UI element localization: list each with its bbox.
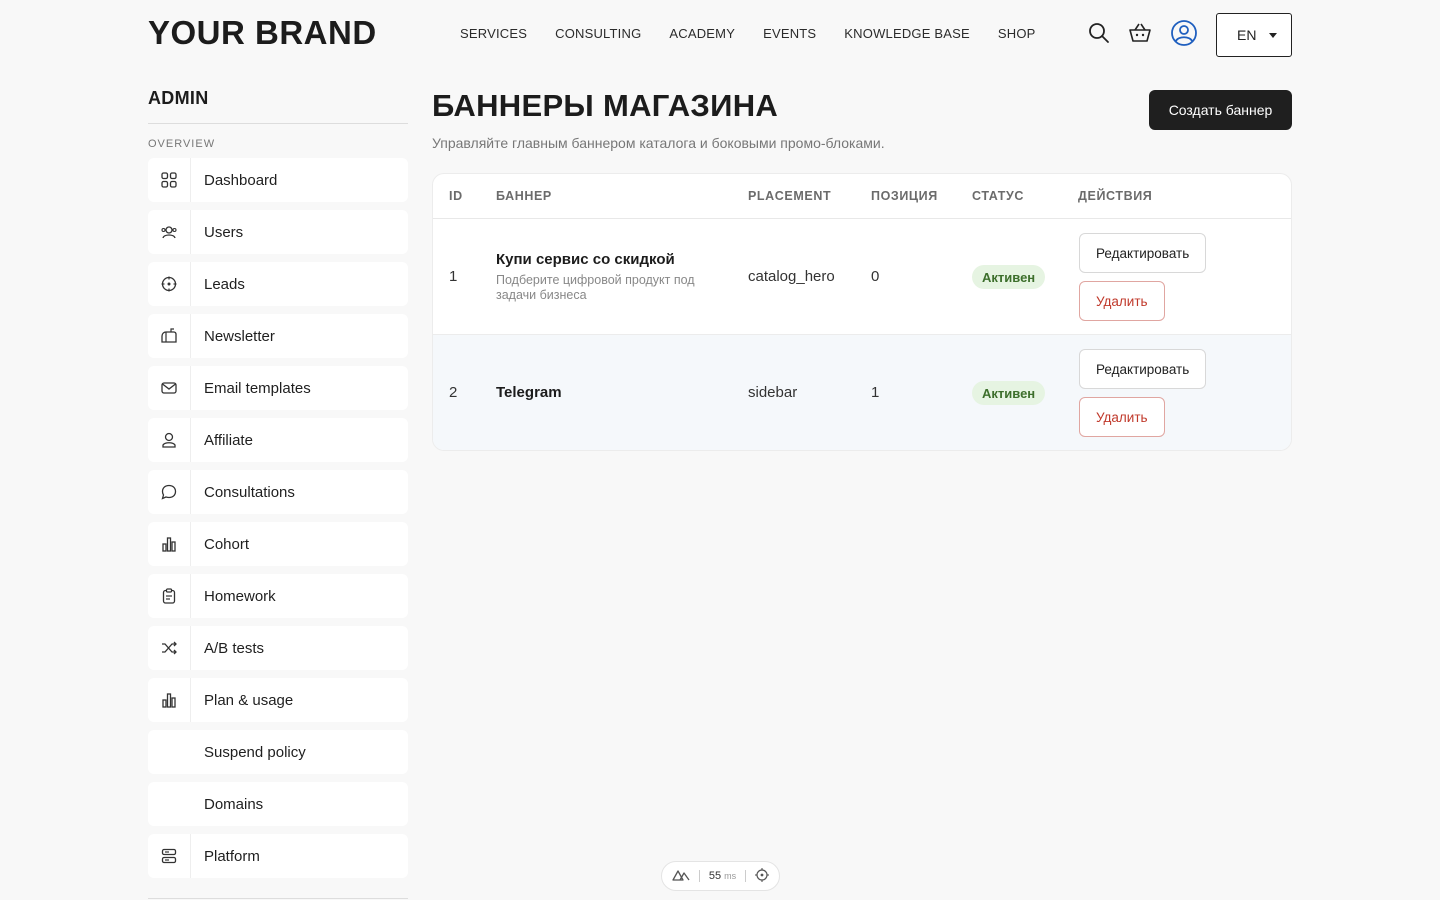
- sidebar-item-label: Users: [204, 223, 244, 241]
- nav-academy[interactable]: ACADEMY: [669, 26, 735, 41]
- sidebar-item-affiliate[interactable]: Affiliate: [148, 418, 408, 462]
- brand-logo[interactable]: YOUR BRAND: [148, 14, 377, 52]
- sidebar-item-suspend-policy[interactable]: Suspend policy: [148, 730, 408, 774]
- mailbox-icon: [148, 314, 191, 358]
- language-select[interactable]: EN: [1216, 13, 1292, 57]
- sidebar-item-domains[interactable]: Domains: [148, 782, 408, 826]
- table-row: 2 Telegram sidebar 1 Активен Редактирова…: [433, 335, 1291, 450]
- edit-button[interactable]: Редактировать: [1079, 233, 1207, 273]
- top-header: YOUR BRAND SERVICES CONSULTING ACADEMY E…: [0, 0, 1440, 70]
- sidebar-item-consultations[interactable]: Consultations: [148, 470, 408, 514]
- sidebar-item-label: Platform: [204, 847, 260, 865]
- crosshair-icon[interactable]: [754, 867, 769, 885]
- create-banner-button[interactable]: Создать баннер: [1149, 90, 1292, 130]
- divider: [699, 870, 701, 882]
- framework-logo-icon: [672, 869, 690, 884]
- sidebar-item-label: Dashboard: [204, 171, 278, 189]
- sidebar-title: ADMIN: [148, 88, 209, 108]
- nav-events[interactable]: EVENTS: [763, 26, 816, 41]
- delete-button[interactable]: Удалить: [1079, 397, 1165, 437]
- caret-down-icon: [1269, 33, 1277, 38]
- shuffle-icon: [148, 626, 191, 670]
- render-time-unit: ms: [724, 871, 737, 881]
- sidebar-item-label: Leads: [204, 275, 245, 293]
- sidebar-item-label: Affiliate: [204, 431, 253, 449]
- sidebar-item-ab-tests[interactable]: A/B tests: [148, 626, 408, 670]
- column-header-banner: БАННЕР: [496, 189, 552, 203]
- users-icon: [148, 210, 191, 254]
- nav-consulting[interactable]: CONSULTING: [555, 26, 641, 41]
- page-title: БАННЕРЫ МАГАЗИНА: [432, 88, 779, 123]
- banner-id: 2: [449, 384, 458, 401]
- banner-position: 0: [871, 268, 880, 285]
- sidebar-item-dashboard[interactable]: Dashboard: [148, 158, 408, 202]
- main-nav: SERVICES CONSULTING ACADEMY EVENTS KNOWL…: [460, 26, 1036, 41]
- divider: [744, 870, 746, 882]
- sidebar-item-label: Email templates: [204, 379, 311, 397]
- chart-icon: [148, 522, 191, 566]
- clipboard-icon: [148, 574, 191, 618]
- sidebar-section-label: OVERVIEW: [148, 138, 216, 150]
- banner-title: Купи сервис со скидкой: [496, 251, 675, 268]
- sidebar-item-users[interactable]: Users: [148, 210, 408, 254]
- edit-button[interactable]: Редактировать: [1079, 349, 1207, 389]
- basket-icon[interactable]: [1128, 22, 1152, 46]
- render-time: 55 ms: [709, 870, 736, 882]
- nav-knowledge-base[interactable]: KNOWLEDGE BASE: [844, 26, 970, 41]
- sidebar-item-label: Domains: [204, 795, 264, 813]
- admin-sidebar: ADMIN OVERVIEW Dashboard Users Leads New…: [148, 88, 408, 886]
- nav-services[interactable]: SERVICES: [460, 26, 527, 41]
- sidebar-item-label: A/B tests: [204, 639, 265, 657]
- grid-icon: [148, 158, 191, 202]
- sidebar-item-label: Newsletter: [204, 327, 275, 345]
- banners-table: ID БАННЕР PLACEMENT ПОЗИЦИЯ СТАТУС ДЕЙСТ…: [432, 173, 1292, 451]
- sidebar-item-label: Homework: [204, 587, 276, 605]
- blank-icon: [148, 730, 191, 774]
- sidebar-item-label: Consultations: [204, 483, 295, 501]
- server-icon: [148, 834, 191, 878]
- status-badge: Активен: [972, 265, 1046, 289]
- sidebar-item-email-templates[interactable]: Email templates: [148, 366, 408, 410]
- sidebar-item-newsletter[interactable]: Newsletter: [148, 314, 408, 358]
- column-header-status: СТАТУС: [972, 189, 1025, 203]
- column-header-actions: ДЕЙСТВИЯ: [1078, 189, 1153, 203]
- target-icon: [148, 262, 191, 306]
- status-badge: Активен: [972, 381, 1046, 405]
- chart-icon: [148, 678, 191, 722]
- sidebar-item-leads[interactable]: Leads: [148, 262, 408, 306]
- delete-button[interactable]: Удалить: [1079, 281, 1165, 321]
- blank-icon: [148, 782, 191, 826]
- chat-icon: [148, 470, 191, 514]
- language-value: EN: [1237, 27, 1257, 43]
- banner-title: Telegram: [496, 384, 562, 401]
- affiliate-icon: [148, 418, 191, 462]
- banner-position: 1: [871, 384, 880, 401]
- banner-description: Подберите цифровой продукт под задачи би…: [496, 273, 695, 302]
- banner-id: 1: [449, 268, 458, 285]
- search-icon[interactable]: [1088, 22, 1112, 46]
- sidebar-item-cohort[interactable]: Cohort: [148, 522, 408, 566]
- dev-toolbar[interactable]: 55 ms: [661, 861, 780, 891]
- banner-placement: sidebar: [748, 384, 798, 401]
- nav-shop[interactable]: SHOP: [998, 26, 1036, 41]
- column-header-position: ПОЗИЦИЯ: [871, 189, 938, 203]
- sidebar-item-label: Suspend policy: [204, 743, 306, 761]
- render-time-value: 55: [708, 870, 722, 882]
- column-header-placement: PLACEMENT: [748, 189, 832, 203]
- table-header: ID БАННЕР PLACEMENT ПОЗИЦИЯ СТАТУС ДЕЙСТ…: [433, 174, 1291, 219]
- banner-placement: catalog_hero: [748, 268, 835, 285]
- sidebar-bottom-divider: [148, 898, 408, 899]
- envelope-icon: [148, 366, 191, 410]
- column-header-id: ID: [449, 189, 463, 203]
- sidebar-item-homework[interactable]: Homework: [148, 574, 408, 618]
- sidebar-item-label: Plan & usage: [204, 691, 294, 709]
- table-row: 1 Купи сервис со скидкой Подберите цифро…: [433, 219, 1291, 335]
- sidebar-item-plan-usage[interactable]: Plan & usage: [148, 678, 408, 722]
- sidebar-item-platform[interactable]: Platform: [148, 834, 408, 878]
- page-subtitle: Управляйте главным баннером каталога и б…: [432, 135, 885, 151]
- sidebar-divider: [148, 123, 408, 124]
- user-icon[interactable]: [1170, 19, 1198, 47]
- sidebar-item-label: Cohort: [204, 535, 250, 553]
